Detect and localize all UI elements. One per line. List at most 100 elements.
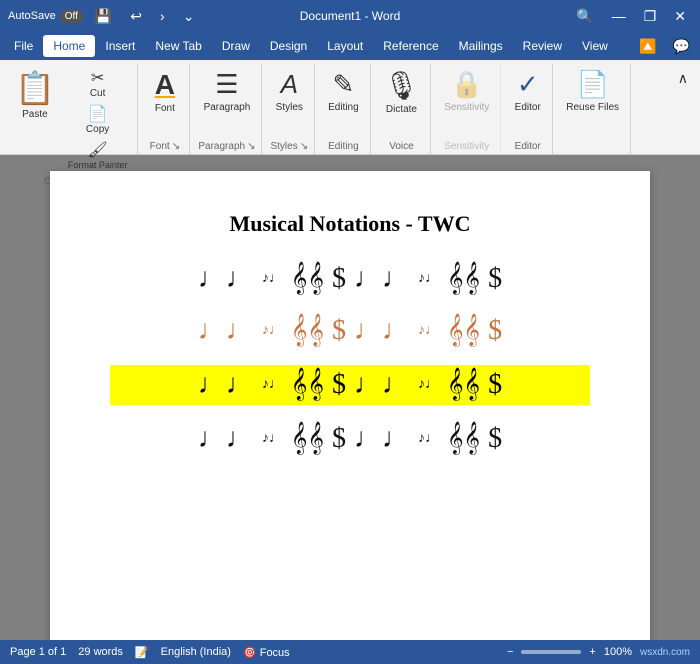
page-info: Page 1 of 1 xyxy=(10,646,66,658)
ribbon-group-editing: ✎ Editing Editing xyxy=(317,64,371,154)
ribbon-group-styles: A Styles Styles ↘ xyxy=(264,64,315,154)
editing-label: Editing xyxy=(328,139,359,154)
zoom-slider[interactable] xyxy=(521,650,581,654)
sensitivity-label: Sensitivity xyxy=(444,139,489,154)
styles-items: A Styles xyxy=(271,66,308,139)
menu-review[interactable]: Review xyxy=(513,35,572,57)
styles-button[interactable]: A Styles xyxy=(271,66,308,134)
menu-insert[interactable]: Insert xyxy=(95,35,145,57)
sensitivity-button[interactable]: 🔒 Sensitivity xyxy=(439,66,494,134)
document-title: Document1 - Word xyxy=(300,9,400,23)
editing-items: ✎ Editing xyxy=(323,66,364,139)
maximize-button[interactable]: ❐ xyxy=(638,6,663,27)
small-notes-7: ♪♩ xyxy=(262,432,283,446)
music-symbols-3: ♩♩ xyxy=(354,265,410,293)
font-items: A Font xyxy=(147,66,183,139)
notation-row-1: ♩♩ ♪♩ 𝄞𝄞$ ♩♩ ♪♩ 𝄞𝄞$ xyxy=(190,261,510,297)
ribbon-group-editor: ✓ Editor Editor xyxy=(503,64,553,154)
music-symbols-8: 𝄞𝄞 xyxy=(447,317,480,345)
redo-button[interactable]: › xyxy=(154,6,171,26)
close-button[interactable]: ✕ xyxy=(668,6,692,27)
menu-draw[interactable]: Draw xyxy=(212,35,260,57)
music-symbols-11: ♩♩ xyxy=(354,371,410,399)
focus-mode[interactable]: 🎯 Focus xyxy=(243,646,290,659)
dollar-5: $ xyxy=(332,371,346,399)
small-notes-3: ♪♩ xyxy=(262,324,283,338)
help-btn[interactable]: 💬 xyxy=(667,36,696,57)
autosave-label: AutoSave xyxy=(8,10,56,22)
menu-file[interactable]: File xyxy=(4,35,43,57)
small-notes-8: ♪♩ xyxy=(418,432,439,446)
menu-view[interactable]: View xyxy=(572,35,618,57)
menu-design[interactable]: Design xyxy=(260,35,317,57)
music-symbols-6: 𝄞𝄞 xyxy=(291,317,324,345)
ribbon-group-voice: 🎙 Dictate Voice xyxy=(373,64,432,154)
clipboard-items: 📋 Paste ✂ Cut 📄 Copy 🖌 Format Painter xyxy=(10,66,131,174)
dictate-button[interactable]: 🎙 Dictate xyxy=(379,66,425,134)
editor-items: ✓ Editor xyxy=(510,66,546,139)
ribbon: 📋 Paste ✂ Cut 📄 Copy 🖌 Format Painter xyxy=(0,60,700,155)
editor-label: Editor xyxy=(515,139,541,154)
status-bar: Page 1 of 1 29 words 📝 English (India) 🎯… xyxy=(0,640,700,664)
cut-button[interactable]: ✂ Cut xyxy=(64,66,132,101)
undo-button[interactable]: ↩ xyxy=(124,6,148,27)
paragraph-expand-icon[interactable]: ↘ xyxy=(247,141,255,152)
styles-expand-icon[interactable]: ↘ xyxy=(300,141,308,152)
format-painter-button[interactable]: 🖌 Format Painter xyxy=(64,138,132,172)
search-button[interactable]: 🔍 xyxy=(570,6,599,27)
styles-label: Styles ↘ xyxy=(270,139,308,154)
menu-references[interactable]: Reference xyxy=(373,35,448,57)
autosave-toggle[interactable]: AutoSave Off xyxy=(8,10,83,23)
minimize-button[interactable]: — xyxy=(606,6,632,26)
dollar-1: $ xyxy=(332,265,346,293)
music-symbols-14: 𝄞𝄞 xyxy=(291,425,324,453)
ribbon-group-reuse-files: 📄 Reuse Files xyxy=(555,64,631,154)
music-symbols-12: 𝄞𝄞 xyxy=(447,371,480,399)
focus-label: Focus xyxy=(260,647,290,659)
paste-button[interactable]: 📋 Paste xyxy=(10,66,60,134)
editing-button[interactable]: ✎ Editing xyxy=(323,66,364,134)
sensitivity-items: 🔒 Sensitivity xyxy=(439,66,494,139)
music-symbols-10: 𝄞𝄞 xyxy=(291,371,324,399)
reuse-files-button[interactable]: 📄 Reuse Files xyxy=(561,66,624,134)
ribbon-group-sensitivity: 🔒 Sensitivity Sensitivity xyxy=(433,64,501,154)
paragraph-items: ☰ Paragraph xyxy=(199,66,256,139)
ribbon-group-font: A Font Font ↘ xyxy=(140,64,190,154)
page: Musical Notations - TWC ♩♩ ♪♩ 𝄞𝄞$ ♩♩ ♪♩ … xyxy=(50,171,650,640)
music-symbols-7: ♩♩ xyxy=(354,317,410,345)
menu-layout[interactable]: Layout xyxy=(317,35,373,57)
ribbon-collapse-btn[interactable]: 🔼 xyxy=(633,36,662,57)
small-notes-6: ♪♩ xyxy=(418,378,439,392)
document-title: Musical Notations - TWC xyxy=(230,211,471,237)
clipboard-small-buttons: ✂ Cut 📄 Copy 🖌 Format Painter xyxy=(64,66,132,172)
notation-row-4: ♩♩ ♪♩ 𝄞𝄞$ ♩♩ ♪♩ 𝄞𝄞$ xyxy=(190,421,510,457)
music-symbols-1: ♩♩ xyxy=(198,265,254,293)
font-button[interactable]: A Font xyxy=(147,66,183,134)
ribbon-minimize-button[interactable]: ∧ xyxy=(674,68,692,89)
music-symbols-16: 𝄞𝄞 xyxy=(447,425,480,453)
small-notes-2: ♪♩ xyxy=(418,272,439,286)
language: English (India) xyxy=(161,646,231,658)
save-button[interactable]: 💾 xyxy=(89,6,118,27)
music-symbols-5: ♩♩ xyxy=(198,317,254,345)
zoom-in-button[interactable]: + xyxy=(589,646,595,658)
dollar-8: $ xyxy=(488,425,502,453)
music-symbols-15: ♩♩ xyxy=(354,425,410,453)
menu-home[interactable]: Home xyxy=(43,35,95,57)
voice-items: 🎙 Dictate xyxy=(379,66,425,139)
small-notes-1: ♪♩ xyxy=(262,272,283,286)
paragraph-label: Paragraph ↘ xyxy=(198,139,255,154)
menu-mailings[interactable]: Mailings xyxy=(449,35,513,57)
ribbon-group-clipboard: 📋 Paste ✂ Cut 📄 Copy 🖌 Format Painter xyxy=(4,64,138,154)
dollar-6: $ xyxy=(488,371,502,399)
font-label: Font ↘ xyxy=(150,139,180,154)
copy-button[interactable]: 📄 Copy xyxy=(64,102,132,137)
menu-new-tab[interactable]: New Tab xyxy=(145,35,211,57)
font-expand-icon[interactable]: ↘ xyxy=(172,141,180,152)
zoom-out-button[interactable]: − xyxy=(507,646,513,658)
autosave-state[interactable]: Off xyxy=(60,10,83,23)
ribbon-group-paragraph: ☰ Paragraph Paragraph ↘ xyxy=(192,64,262,154)
more-commands-button[interactable]: ⌄ xyxy=(177,6,201,27)
editor-button[interactable]: ✓ Editor xyxy=(510,66,546,134)
paragraph-button[interactable]: ☰ Paragraph xyxy=(199,66,256,134)
